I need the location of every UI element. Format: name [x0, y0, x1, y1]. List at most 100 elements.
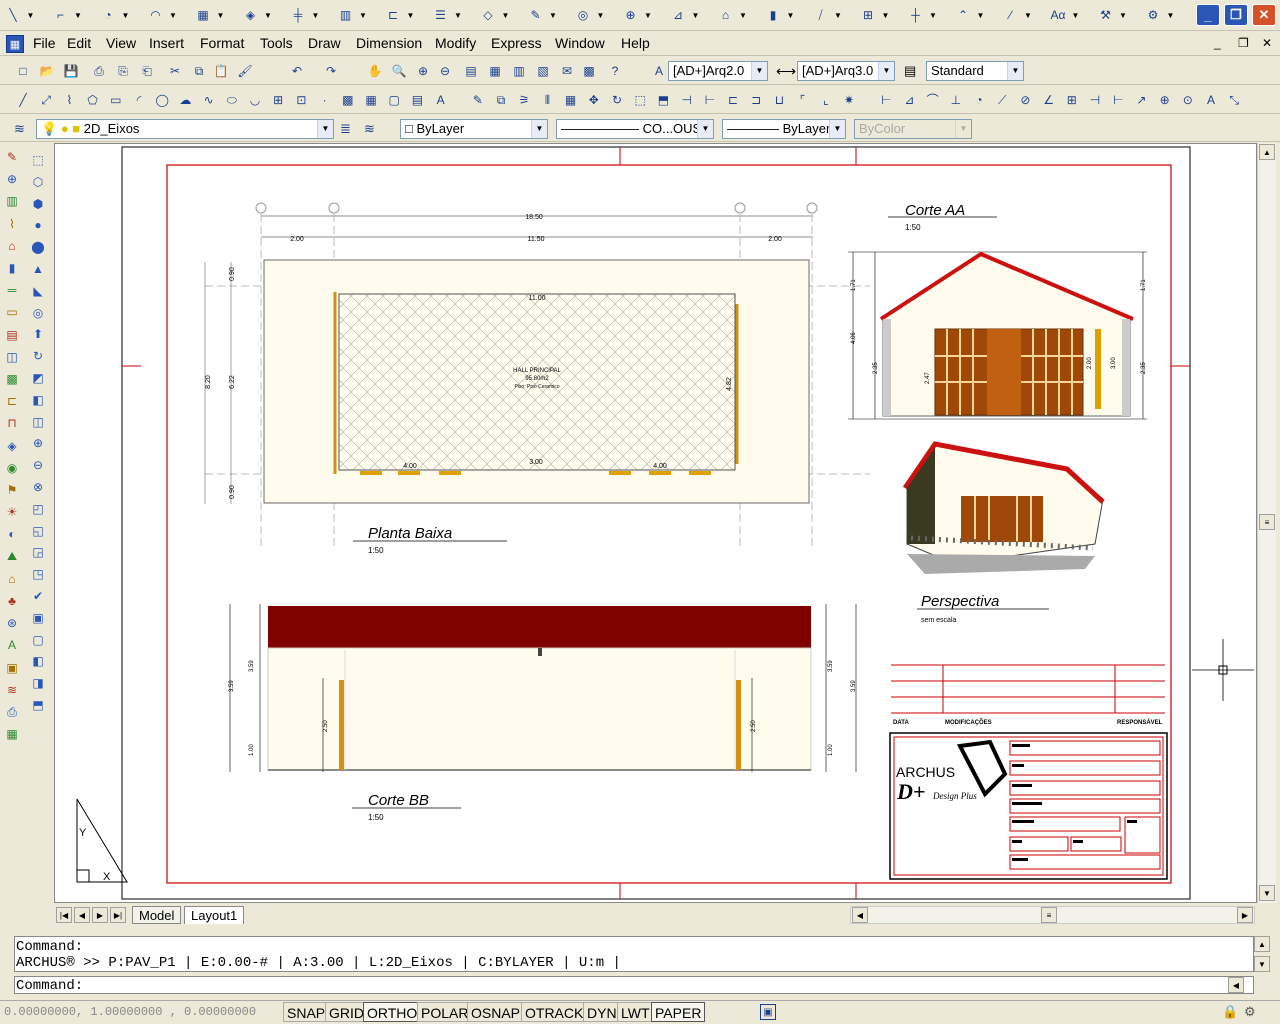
calculator-icon[interactable]: ▩: [580, 62, 598, 80]
mdi-restore-button[interactable]: ❐: [1238, 32, 1249, 54]
zoom-previous-icon[interactable]: ⊖: [436, 62, 454, 80]
help-icon[interactable]: ?: [606, 62, 624, 80]
extrude-icon[interactable]: ⬆: [29, 325, 47, 343]
shell-icon[interactable]: ◰: [29, 500, 47, 518]
slab-tool-icon[interactable]: ▭: [3, 303, 21, 321]
plot-tool-icon[interactable]: ⎙: [3, 703, 21, 721]
join-icon[interactable]: ⊔: [770, 91, 788, 109]
lock-icon[interactable]: 🔒: [1222, 1004, 1238, 1020]
chamfer-icon[interactable]: ⌜: [794, 91, 812, 109]
chevron-down-icon[interactable]: ▼: [26, 6, 35, 24]
redo-icon[interactable]: ↷: [322, 62, 340, 80]
extend-icon[interactable]: ⊢: [701, 91, 719, 109]
wedge-icon[interactable]: ◣: [29, 282, 47, 300]
layer-previous-icon[interactable]: ≋: [364, 121, 375, 137]
preview-icon[interactable]: ⎘: [114, 62, 132, 80]
line-icon[interactable]: ╲: [4, 6, 22, 24]
make-current-icon[interactable]: ≣: [340, 121, 351, 137]
circle-icon[interactable]: ◔: [99, 6, 117, 24]
menu-express[interactable]: Express: [491, 32, 542, 54]
lineweight-combo[interactable]: ———— ByLayer ▼: [722, 119, 846, 139]
polyline-icon[interactable]: ⌐: [52, 6, 70, 24]
layer-icon[interactable]: ▦: [194, 6, 212, 24]
paste-icon[interactable]: 📋: [212, 62, 230, 80]
chevron-down-icon[interactable]: ▼: [501, 6, 510, 24]
hatch-icon[interactable]: ◇: [479, 6, 497, 24]
wall-tool-icon[interactable]: ✎: [3, 148, 21, 166]
cmd-scroll-down-button[interactable]: ▼: [1254, 956, 1270, 972]
material-tool-icon[interactable]: ◐: [3, 525, 21, 543]
construction-line-icon[interactable]: ⤢: [37, 91, 55, 109]
prev-tab-button[interactable]: ◀: [74, 907, 90, 923]
tray-settings-icon[interactable]: ⚙: [1244, 1004, 1256, 1020]
column-icon[interactable]: ▮: [764, 6, 782, 24]
chevron-down-icon[interactable]: ▼: [976, 6, 985, 24]
slash-icon[interactable]: ⁄: [1002, 6, 1020, 24]
publish-icon[interactable]: ⎗: [138, 62, 156, 80]
toggle-grid[interactable]: GRID: [325, 1002, 368, 1022]
hatch-tool-icon[interactable]: ▩: [3, 370, 21, 388]
chevron-down-icon[interactable]: ▼: [1071, 6, 1080, 24]
jogged-dim-icon[interactable]: ⟋: [993, 91, 1011, 109]
matchprop-icon[interactable]: 🖌: [236, 62, 254, 80]
menu-insert[interactable]: Insert: [149, 32, 184, 54]
chevron-down-icon[interactable]: ▼: [454, 6, 463, 24]
tab-model[interactable]: Model: [132, 906, 182, 924]
chevron-down-icon[interactable]: ▼: [878, 62, 894, 80]
toggle-ortho[interactable]: ORTHO: [363, 1002, 422, 1022]
menu-view[interactable]: View: [106, 32, 136, 54]
polygon-icon[interactable]: ⬠: [84, 91, 102, 109]
revolve-icon[interactable]: ↻: [29, 347, 47, 365]
chevron-down-icon[interactable]: ▼: [786, 6, 795, 24]
column-tool-icon[interactable]: ▮: [3, 259, 21, 277]
chevron-down-icon[interactable]: ▼: [317, 120, 333, 138]
toggle-snap[interactable]: SNAP: [283, 1002, 330, 1022]
tree-tool-icon[interactable]: ♣: [3, 592, 21, 610]
first-tab-button[interactable]: |◀: [56, 907, 72, 923]
chevron-down-icon[interactable]: ▼: [549, 6, 558, 24]
minimize-button[interactable]: _: [1196, 4, 1220, 26]
text-tool-icon[interactable]: A: [3, 636, 21, 654]
dimtedit-icon[interactable]: ⤡: [1225, 91, 1243, 109]
view-top-icon[interactable]: ⬒: [29, 696, 47, 714]
angular-dim-icon[interactable]: ∠: [1040, 91, 1058, 109]
target-icon[interactable]: ◎: [574, 6, 592, 24]
table-style-combo[interactable]: Standard ▼: [926, 61, 1024, 81]
chevron-down-icon[interactable]: ▼: [829, 120, 845, 138]
region-icon[interactable]: ▢: [385, 91, 403, 109]
chevron-down-icon[interactable]: ▼: [121, 6, 130, 24]
torus-icon[interactable]: ◎: [29, 304, 47, 322]
mtext-icon[interactable]: A: [432, 91, 450, 109]
view-back-icon[interactable]: ▢: [29, 631, 47, 649]
leader-icon[interactable]: ↗: [1132, 91, 1150, 109]
window-icon[interactable]: ⊞: [859, 6, 877, 24]
tablestyle-icon[interactable]: ▤: [904, 63, 916, 79]
arc-icon[interactable]: ◜: [130, 91, 148, 109]
layer-combo[interactable]: 💡 ● ■ 2D_Eixos ▼: [36, 119, 334, 139]
beam-tool-icon[interactable]: ═: [3, 281, 21, 299]
hscroll-thumb[interactable]: ≡: [1041, 907, 1057, 923]
chevron-down-icon[interactable]: ▼: [1007, 62, 1023, 80]
text-style-icon[interactable]: A: [650, 62, 668, 80]
chevron-down-icon[interactable]: ▼: [74, 6, 83, 24]
light-tool-icon[interactable]: ☀: [3, 503, 21, 521]
break-icon[interactable]: ⊏: [724, 91, 742, 109]
continue-dim-icon[interactable]: ⊢: [1109, 91, 1127, 109]
menu-tools[interactable]: Tools: [260, 32, 293, 54]
save-icon[interactable]: 💾: [62, 62, 80, 80]
toggle-otrack[interactable]: OTRACK: [521, 1002, 588, 1022]
separate-icon[interactable]: ◲: [29, 543, 47, 561]
ellipse-arc-icon[interactable]: ◡: [246, 91, 264, 109]
scroll-up-button[interactable]: ▲: [1259, 144, 1275, 160]
last-tab-button[interactable]: ▶|: [110, 907, 126, 923]
camera-tool-icon[interactable]: ⚑: [3, 481, 21, 499]
print-icon[interactable]: ⎙: [90, 62, 108, 80]
view-front-icon[interactable]: ▣: [29, 609, 47, 627]
explode-icon[interactable]: ✷: [840, 91, 858, 109]
toggle-dyn[interactable]: DYN: [583, 1002, 621, 1022]
chevron-down-icon[interactable]: ▼: [1024, 6, 1033, 24]
layer-tool-icon[interactable]: ≋: [3, 681, 21, 699]
roof-icon[interactable]: ⌃: [954, 6, 972, 24]
horizontal-scrollbar[interactable]: ◀ ≡ ▶: [850, 906, 1255, 924]
chevron-down-icon[interactable]: ▼: [264, 6, 273, 24]
